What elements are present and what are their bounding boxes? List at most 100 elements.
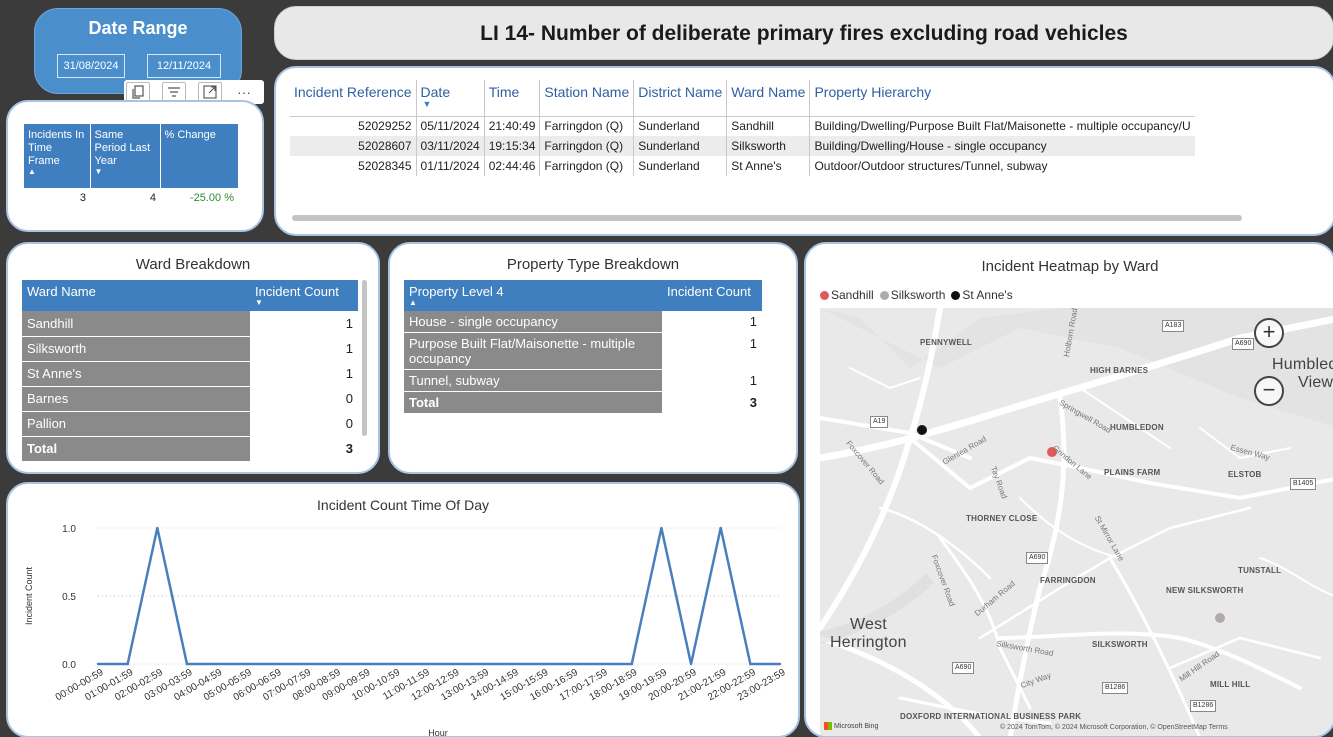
property-header-level4[interactable]: Property Level 4 ▲: [404, 280, 662, 311]
data-point: [689, 662, 693, 666]
property-breakdown-table: Property Level 4 ▲ Incident Count House -…: [404, 280, 762, 414]
ward-header-name[interactable]: Ward Name: [22, 280, 250, 311]
map-label-plains-farm: PLAINS FARM: [1104, 468, 1161, 477]
property-row[interactable]: Purpose Built Flat/Maisonette - multiple…: [404, 332, 762, 370]
ward-total-row: Total 3: [22, 436, 358, 462]
table-cell: St Anne's: [726, 156, 811, 176]
ward-row[interactable]: St Anne's 1: [22, 361, 358, 387]
legend-item[interactable]: Sandhill: [820, 288, 874, 302]
road-number-b1286-2: B1286: [1190, 700, 1217, 712]
incident-header-station-name[interactable]: Station Name: [539, 80, 635, 117]
kpi-table: Incidents In Time Frame ▲ Same Period Las…: [24, 124, 238, 208]
data-point: [482, 662, 485, 666]
table-row[interactable]: 52028607 03/11/2024 19:15:34 Farringdon (Q)…: [290, 136, 1195, 156]
map-label-farringdon: FARRINGDON: [1040, 576, 1096, 585]
y-tick-label: 0.5: [62, 592, 76, 603]
road-number-b1286: B1286: [1102, 682, 1129, 694]
data-point: [511, 662, 515, 666]
data-point: [245, 662, 248, 666]
y-tick-label: 0.0: [62, 660, 76, 671]
sort-up-icon: ▲: [409, 298, 417, 307]
filter-icon[interactable]: [162, 82, 186, 102]
incident-header-ward-name[interactable]: Ward Name: [726, 80, 811, 117]
ward-row[interactable]: Barnes 0: [22, 386, 358, 412]
kpi-header-last-year[interactable]: Same Period Last Year ▼: [90, 124, 161, 188]
property-row[interactable]: House - single occupancy 1: [404, 311, 762, 333]
map-canvas[interactable]: PENNYWELL HIGH BARNES HUMBLEDON PLAINS F…: [820, 308, 1333, 736]
table-cell: Sunderland: [633, 156, 728, 176]
ward-name-cell: Barnes: [22, 386, 250, 412]
map-label-elstob: ELSTOB: [1228, 470, 1262, 479]
legend-dot-icon: [879, 290, 889, 300]
road-number-a183: A183: [1162, 320, 1185, 332]
table-cell: 52028345: [290, 156, 417, 176]
sort-down-icon: ▼: [255, 298, 263, 307]
road-number-a19: A19: [870, 416, 889, 428]
table-cell: Farringdon (Q): [539, 116, 635, 136]
ward-header-count[interactable]: Incident Count ▼: [250, 280, 358, 311]
ward-row[interactable]: Sandhill 1: [22, 311, 358, 337]
date-from-input[interactable]: 31/08/2024: [57, 54, 125, 78]
map-credit[interactable]: © 2024 TomTom, © 2024 Microsoft Corporat…: [1000, 724, 1228, 731]
table-row[interactable]: 52028345 01/11/2024 02:44:46 Farringdon (Q)…: [290, 156, 1195, 176]
incident-header-incident-reference[interactable]: Incident Reference: [290, 80, 417, 117]
map-label-humbledon: HUMBLEDON: [1110, 423, 1164, 432]
road-number-a690: A690: [1232, 338, 1255, 350]
zoom-in-button[interactable]: +: [1254, 318, 1284, 348]
property-row[interactable]: Tunnel, subway 1: [404, 369, 762, 392]
road-number-a690-3: A690: [952, 662, 975, 674]
legend-item[interactable]: St Anne's: [951, 288, 1013, 302]
ward-row[interactable]: Silksworth 1: [22, 336, 358, 362]
property-breakdown-card: Property Type Breakdown Property Level 4…: [388, 242, 798, 474]
date-to-input[interactable]: 12/11/2024: [147, 54, 221, 78]
kpi-header-change[interactable]: % Change: [160, 124, 238, 188]
kpi-last-year-value: 4: [149, 192, 156, 204]
ward-total-label: Total: [22, 436, 250, 462]
kpi-header-incidents[interactable]: Incidents In Time Frame ▲: [24, 124, 91, 188]
zoom-out-button[interactable]: −: [1254, 376, 1284, 406]
horizontal-scrollbar[interactable]: [292, 215, 1242, 221]
data-point: [215, 662, 218, 666]
legend-label: Silksworth: [890, 288, 946, 302]
incident-header-time[interactable]: Time: [484, 80, 541, 117]
ward-row[interactable]: Pallion 0: [22, 411, 358, 437]
property-count-cell: 1: [662, 369, 762, 392]
marker-st-annes[interactable]: [917, 425, 927, 435]
table-cell: 21:40:49: [484, 116, 541, 136]
table-cell: 02:44:46: [484, 156, 541, 176]
microsoft-logo-icon: [824, 722, 832, 730]
road-number-b1405: B1405: [1290, 478, 1317, 490]
vertical-scrollbar[interactable]: [362, 280, 367, 436]
legend-label: Sandhill: [831, 288, 874, 302]
ward-count-cell: 1: [250, 336, 358, 362]
table-cell: Sandhill: [726, 116, 811, 136]
property-header-count[interactable]: Incident Count: [662, 280, 762, 311]
sort-down-icon: ▼: [94, 167, 103, 176]
table-cell: 52029252: [290, 116, 417, 136]
incident-header-date[interactable]: Date ▼: [416, 80, 485, 117]
table-cell: Silksworth: [726, 136, 811, 156]
sort-up-icon: ▲: [28, 167, 36, 176]
incident-header-property-hierarchy[interactable]: Property Hierarchy: [809, 80, 1195, 117]
focus-mode-icon[interactable]: [198, 82, 222, 102]
map-label-pennywell: PENNYWELL: [920, 338, 973, 347]
ward-count-cell: 0: [250, 411, 358, 437]
legend-item[interactable]: Silksworth: [879, 288, 946, 302]
copy-icon[interactable]: [126, 82, 150, 102]
incident-table: Incident Reference Date ▼ Time Station Name D…: [290, 80, 1195, 194]
time-of-day-chart: Incident Count Time Of Day 0.0 0.5 1.0 Incid…: [24, 497, 788, 736]
table-cell: 52028607: [290, 136, 417, 156]
legend-label: St Anne's: [962, 288, 1013, 302]
table-cell: Farringdon (Q): [539, 136, 635, 156]
table-cell: Building/Dwelling/House - single occupan…: [809, 136, 1195, 156]
legend-dot-icon: [820, 290, 829, 300]
report-title-bar: LI 14- Number of deliberate primary fire…: [274, 6, 1333, 60]
more-options-icon[interactable]: ···: [232, 82, 256, 102]
x-axis-label: Hour: [428, 728, 448, 736]
date-range-title: Date Range: [88, 18, 188, 38]
data-point: [630, 662, 633, 666]
marker-silksworth[interactable]: [1215, 613, 1225, 623]
table-row[interactable]: 52029252 05/11/2024 21:40:49 Farringdon (Q)…: [290, 116, 1195, 136]
incident-header-district-name[interactable]: District Name: [633, 80, 728, 117]
property-name-cell: House - single occupancy: [404, 311, 662, 333]
